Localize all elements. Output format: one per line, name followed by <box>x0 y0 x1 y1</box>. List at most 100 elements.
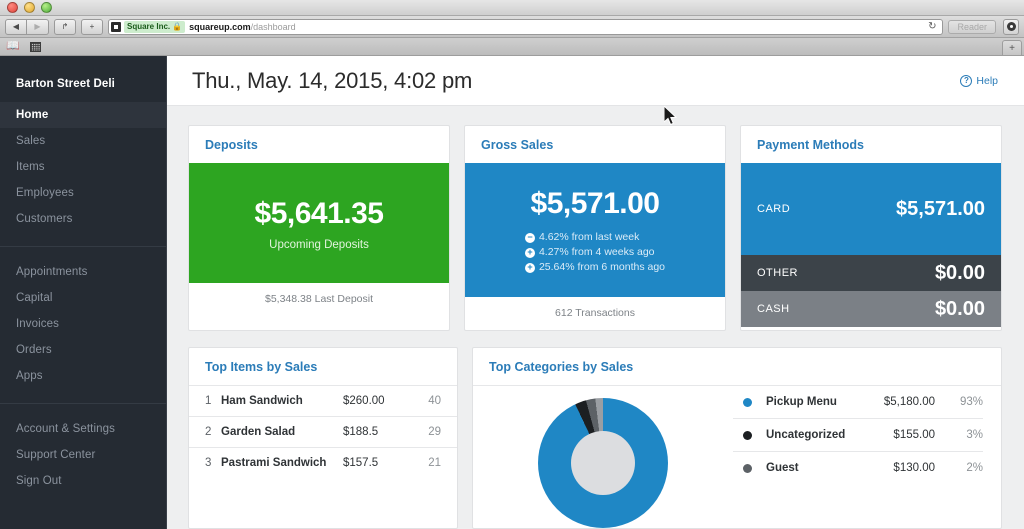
sidebar-item-sales[interactable]: Sales <box>0 128 166 154</box>
mouse-cursor <box>664 106 678 126</box>
close-button[interactable] <box>7 2 18 13</box>
window-titlebar <box>0 0 1024 16</box>
gross-sales-footer: 612 Transactions <box>555 307 635 319</box>
deposits-card: Deposits $5,641.35 Upcoming Deposits $5,… <box>188 125 450 331</box>
main-content: Thu., May. 14, 2015, 4:02 pm ? Help Depo… <box>167 56 1024 529</box>
payment-method-value: $0.00 <box>934 297 985 320</box>
top-sites-icon[interactable] <box>29 41 41 52</box>
help-icon: ? <box>960 74 973 87</box>
zoom-button[interactable] <box>41 2 52 13</box>
sidebar-item-sign-out[interactable]: Sign Out <box>0 468 166 494</box>
sidebar-item-orders[interactable]: Orders <box>0 337 166 363</box>
sidebar-item-appointments[interactable]: Appointments <box>0 259 166 285</box>
lock-icon: 🔒 <box>172 22 183 31</box>
item-qty: 40 <box>428 395 441 407</box>
browser-window: ◀ ▶ ↱ + Square Inc. 🔒 squareup.com /dash… <box>0 0 1024 529</box>
item-qty: 29 <box>428 426 441 438</box>
address-bar[interactable]: Square Inc. 🔒 squareup.com /dashboard ↻ <box>108 18 944 35</box>
ev-certificate-name: Square Inc. <box>127 22 171 31</box>
sidebar-divider-2 <box>0 403 166 404</box>
item-rank: 1 <box>205 395 212 407</box>
legend-label: Guest <box>766 462 799 474</box>
legend-label: Pickup Menu <box>766 396 837 408</box>
new-tab-plus-icon[interactable]: + <box>1002 40 1022 55</box>
dashboard-row-bottom: Top Items by Sales 1 Ham Sandwich $260.0… <box>188 347 1002 529</box>
item-rank: 3 <box>205 457 212 469</box>
table-row[interactable]: 3 Pastrami Sandwich $157.5 21 <box>189 447 457 478</box>
payment-method-row-cash: CASH $0.00 <box>741 291 1001 327</box>
legend-percent: 93% <box>959 396 983 408</box>
reader-button[interactable]: Reader <box>948 19 996 34</box>
deposits-amount-block: $5,641.35 Upcoming Deposits <box>189 163 449 283</box>
back-button[interactable]: ◀ <box>5 18 27 35</box>
payment-method-label: CARD <box>757 203 791 215</box>
minimize-button[interactable] <box>24 2 35 13</box>
legend-amount: $5,180.00 <box>883 396 935 408</box>
payment-method-row-card: CARD $5,571.00 <box>741 163 1001 255</box>
sidebar-item-employees[interactable]: Employees <box>0 180 166 206</box>
legend-item[interactable]: Guest $130.00 2% <box>733 452 983 484</box>
url-path: /dashboard <box>250 21 296 32</box>
forward-button[interactable]: ▶ <box>27 18 49 35</box>
gross-sales-delta-text: 4.27% from 4 weeks ago <box>538 246 655 258</box>
item-qty: 21 <box>428 457 441 469</box>
item-name: Pastrami Sandwich <box>221 457 327 469</box>
gross-sales-deltas: − 4.62% from last week + 4.27% from 4 we… <box>524 230 665 275</box>
item-amount: $188.5 <box>343 426 379 438</box>
gross-sales-delta-text: 4.62% from last week <box>538 231 640 243</box>
navigation-buttons: ◀ ▶ <box>5 18 49 35</box>
page-title: Thu., May. 14, 2015, 4:02 pm <box>192 67 473 93</box>
reading-list-icon[interactable]: 📖 <box>6 41 20 52</box>
browser-toolbar: ◀ ▶ ↱ + Square Inc. 🔒 squareup.com /dash… <box>0 16 1024 38</box>
sidebar: Barton Street Deli Home Sales Items Empl… <box>0 56 167 529</box>
share-button[interactable]: ↱ <box>54 18 76 35</box>
payment-methods-title: Payment Methods <box>757 138 864 152</box>
item-name: Ham Sandwich <box>221 395 303 407</box>
table-row[interactable]: 2 Garden Salad $188.5 29 <box>189 416 457 447</box>
new-tab-button[interactable]: + <box>81 18 103 35</box>
top-categories-body: Pickup Menu $5,180.00 93% Uncategorized … <box>473 385 1001 528</box>
sidebar-item-invoices[interactable]: Invoices <box>0 311 166 337</box>
gross-sales-amount-block: $5,571.00 − 4.62% from last week + 4.27%… <box>465 163 725 297</box>
sidebar-item-support-center[interactable]: Support Center <box>0 442 166 468</box>
item-amount: $157.5 <box>343 457 379 469</box>
help-label: Help <box>976 74 998 87</box>
legend-swatch-icon <box>743 397 752 407</box>
sidebar-item-home[interactable]: Home <box>0 102 166 128</box>
page-body: Barton Street Deli Home Sales Items Empl… <box>0 56 1024 529</box>
payment-methods-card: Payment Methods CARD $5,571.00 OTHER $0.… <box>740 125 1002 331</box>
item-amount: $260.00 <box>343 395 385 407</box>
minus-circle-icon: − <box>524 232 535 243</box>
legend-item[interactable]: Uncategorized $155.00 3% <box>733 419 983 452</box>
reload-icon[interactable]: ↻ <box>924 21 940 32</box>
legend-amount: $130.00 <box>893 462 935 474</box>
downloads-icon[interactable] <box>1003 18 1019 35</box>
content-header: Thu., May. 14, 2015, 4:02 pm ? Help <box>167 56 1024 106</box>
gross-sales-title: Gross Sales <box>481 138 554 152</box>
legend-swatch-icon <box>743 430 752 440</box>
sidebar-item-customers[interactable]: Customers <box>0 206 166 232</box>
dashboard: Deposits $5,641.35 Upcoming Deposits $5,… <box>167 106 1024 529</box>
sidebar-item-capital[interactable]: Capital <box>0 285 166 311</box>
legend-percent: 3% <box>966 429 983 441</box>
sidebar-divider-1 <box>0 246 166 247</box>
url-host: squareup.com <box>189 21 251 32</box>
table-row[interactable]: 1 Ham Sandwich $260.00 40 <box>189 385 457 416</box>
deposits-subtitle: Upcoming Deposits <box>269 239 369 251</box>
deposits-footer: $5,348.38 Last Deposit <box>265 293 373 305</box>
ev-certificate-badge: Square Inc. 🔒 <box>124 20 186 33</box>
payment-method-row-other: OTHER $0.00 <box>741 255 1001 291</box>
sidebar-item-apps[interactable]: Apps <box>0 363 166 389</box>
donut-chart-wrap <box>473 386 733 528</box>
category-legend: Pickup Menu $5,180.00 93% Uncategorized … <box>733 386 1001 528</box>
help-link[interactable]: ? Help <box>960 74 998 87</box>
sidebar-item-items[interactable]: Items <box>0 154 166 180</box>
sidebar-item-account-settings[interactable]: Account & Settings <box>0 416 166 442</box>
deposits-title: Deposits <box>205 138 258 152</box>
site-identity-icon <box>111 21 121 32</box>
payment-method-value: $0.00 <box>934 261 985 284</box>
legend-amount: $155.00 <box>893 429 935 441</box>
legend-item[interactable]: Pickup Menu $5,180.00 93% <box>733 386 983 419</box>
business-name: Barton Street Deli <box>16 78 115 90</box>
plus-circle-icon: + <box>524 247 535 258</box>
